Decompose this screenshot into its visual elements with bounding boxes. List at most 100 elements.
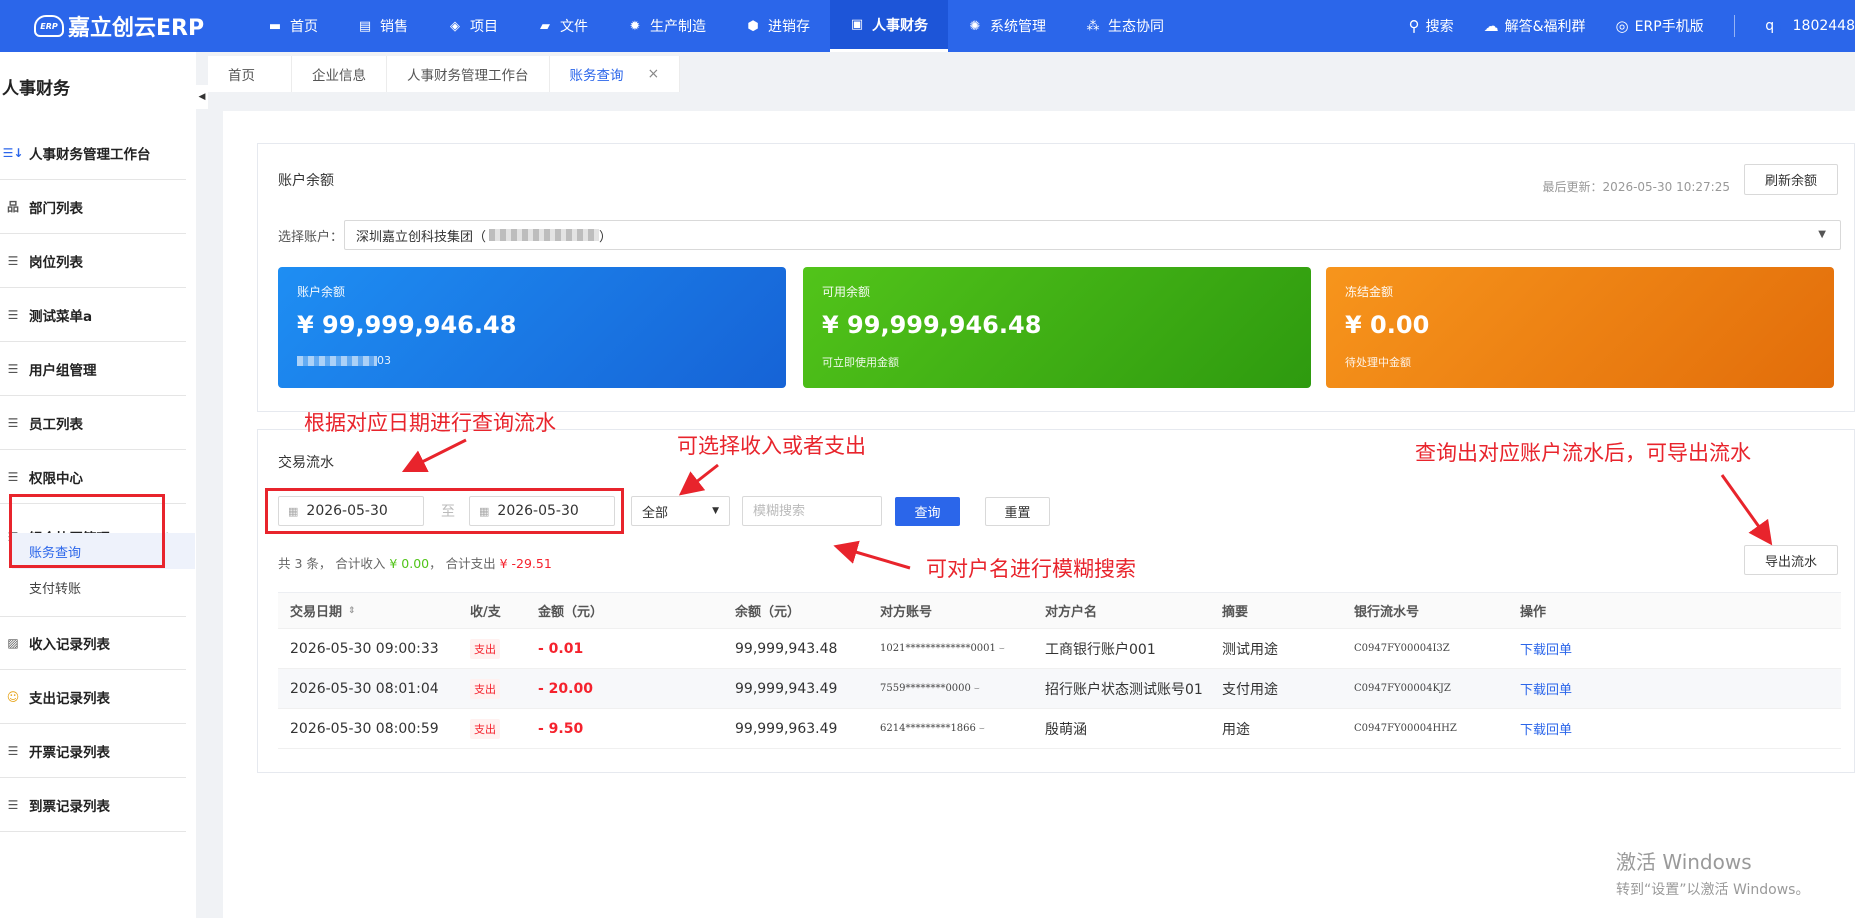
query-button[interactable]: 查询 — [895, 497, 960, 526]
smile-icon: ☺ — [6, 689, 20, 704]
nav-sales[interactable]: ▤ 销售 — [338, 0, 428, 52]
search-button[interactable]: ⚲ 搜索 — [1409, 16, 1454, 36]
summary-income: ¥ 0.00 — [389, 556, 430, 571]
nav-label: 首页 — [290, 19, 318, 35]
nodes-icon: ⁂ — [1086, 18, 1100, 34]
reset-button[interactable]: 重置 — [985, 497, 1050, 526]
cell-memo: 支付用途 — [1222, 681, 1278, 698]
table-row: 2026-05-30 09:00:33 支出 - 0.01 99,999,943… — [278, 629, 1841, 669]
eye-closed-icon[interactable]: ⌣ — [979, 724, 985, 734]
tab-account-query[interactable]: 账务查询 × — [550, 56, 681, 92]
account-select-value: 深圳嘉立创科技集团（ — [356, 229, 487, 245]
tab-hr-workbench[interactable]: 人事财务管理工作台 — [387, 56, 550, 92]
column-header-action: 操作 — [1520, 605, 1547, 620]
download-receipt-link[interactable]: 下载回单 — [1520, 679, 1572, 698]
close-icon[interactable]: × — [648, 66, 660, 82]
settings-icon: ✺ — [969, 18, 981, 34]
app-logo[interactable]: ERP 嘉立创云ERP — [34, 12, 205, 41]
sidebar-item-label: 开票记录列表 — [29, 744, 110, 761]
tab-company-info[interactable]: 企业信息 — [292, 56, 387, 92]
app-name: 嘉立创云ERP — [68, 16, 205, 41]
fuzzy-search-input[interactable] — [742, 496, 882, 526]
sidebar-item-user-groups[interactable]: ☰ 用户组管理 — [0, 342, 186, 396]
table-row: 2026-05-30 08:01:04 支出 - 20.00 99,999,94… — [278, 669, 1841, 709]
sidebar-collapse-toggle[interactable]: ◀ — [196, 85, 208, 109]
nav-hr-finance[interactable]: ▣ 人事财务 — [830, 0, 948, 52]
refresh-balance-button[interactable]: 刷新余额 — [1744, 164, 1838, 195]
windows-activation-watermark: 激活 Windows 转到“设置”以激活 Windows。 — [1616, 846, 1809, 899]
menu-icon: ☰ — [7, 361, 19, 376]
nav-label: 人事财务 — [872, 17, 928, 34]
cell-serial: C0947FY00004HHZ — [1354, 723, 1457, 734]
caret-left-icon: ◀ — [198, 92, 206, 102]
column-header-label: 交易日期 — [290, 605, 343, 620]
mobile-label: ERP手机版 — [1634, 19, 1704, 35]
column-header-counterparty-account: 对方账号 — [880, 605, 933, 620]
cell-balance: 99,999,943.49 — [735, 680, 838, 697]
sidebar-item-label: 岗位列表 — [29, 254, 83, 271]
layers-icon: ◈ — [450, 18, 460, 34]
nav-label: 进销存 — [768, 19, 810, 35]
export-flow-button[interactable]: 导出流水 — [1744, 545, 1838, 575]
eye-closed-icon[interactable]: ⌣ — [974, 684, 980, 694]
nav-project[interactable]: ◈ 项目 — [428, 0, 518, 52]
balance-card-frozen: 冻结金额 ¥ 0.00 待处理中金额 — [1326, 267, 1834, 388]
nav-files[interactable]: ▰ 文件 — [518, 0, 608, 52]
sidebar-item-employees[interactable]: ☰ 员工列表 — [0, 396, 186, 450]
sidebar-item-label: 用户组管理 — [29, 362, 97, 379]
sidebar-item-received-invoice-records[interactable]: ☰ 到票记录列表 — [0, 778, 186, 832]
sidebar-item-label: 收入记录列表 — [29, 637, 110, 653]
cell-date: 2026-05-30 08:00:59 — [290, 720, 439, 737]
balance-card-value: ¥ 99,999,946.48 — [822, 311, 1042, 339]
support-button[interactable]: ☁ 解答&福利群 — [1484, 16, 1586, 36]
balance-card-label: 账户余额 — [297, 285, 346, 299]
mobile-button[interactable]: ◎ ERP手机版 — [1616, 16, 1704, 36]
sidebar-item-positions[interactable]: ☰ 岗位列表 — [0, 234, 186, 288]
watermark-line-2: 转到“设置”以激活 Windows。 — [1616, 882, 1810, 898]
column-header-counterparty-name: 对方户名 — [1045, 605, 1098, 620]
sidebar-item-invoice-records[interactable]: ☰ 开票记录列表 — [0, 724, 186, 778]
cloud-logo-icon: ERP — [34, 15, 64, 37]
download-receipt-link[interactable]: 下载回单 — [1520, 719, 1572, 738]
column-header-date[interactable]: 交易日期 ⇕ — [290, 593, 356, 628]
nav-ecosystem[interactable]: ⁂ 生态协同 — [1066, 0, 1184, 52]
watermark-line-1: 激活 Windows — [1616, 850, 1752, 874]
nav-label: 系统管理 — [990, 19, 1046, 35]
income-expense-select[interactable]: 全部 ▼ — [631, 496, 730, 526]
cell-date: 2026-05-30 08:01:04 — [290, 680, 439, 697]
balance-title: 账户余额 — [278, 173, 334, 189]
sidebar-item-test-menu[interactable]: ☰ 测试菜单a — [0, 288, 186, 342]
account-select[interactable]: 深圳嘉立创科技集团（ ） ▼ — [344, 220, 1841, 250]
sidebar-item-expense-records[interactable]: ☺ 支出记录列表 — [0, 670, 186, 724]
user-name: 1802448 — [1792, 18, 1855, 34]
sidebar-item-income-records[interactable]: ▨ 收入记录列表 — [0, 616, 186, 670]
sidebar-item-workbench[interactable]: ☰↓ 人事财务管理工作台 — [0, 126, 186, 180]
sort-icon[interactable]: ⇕ — [348, 606, 356, 616]
sidebar-subitem-payment-transfer[interactable]: 支付转账 — [12, 569, 195, 605]
tab-home[interactable]: 首页 — [208, 56, 292, 92]
balance-card-sub: 03 — [297, 354, 391, 367]
nav-home[interactable]: ▬ 首页 — [248, 0, 338, 52]
sidebar-item-departments[interactable]: 品部门列表 — [0, 180, 186, 234]
account-tail: 03 — [377, 354, 391, 367]
status-badge: 支出 — [470, 718, 500, 739]
balance-card-value: ¥ 99,999,946.48 — [297, 311, 517, 339]
nav-system[interactable]: ✺ 系统管理 — [948, 0, 1066, 52]
sidebar-title: 人事财务 — [2, 79, 70, 99]
cell-date: 2026-05-30 09:00:33 — [290, 640, 439, 657]
annotation-type-note: 可选择收入或者支出 — [677, 434, 866, 458]
cell-memo: 测试用途 — [1222, 641, 1278, 658]
eye-closed-icon[interactable]: ⌣ — [999, 644, 1005, 654]
column-header-type: 收/支 — [470, 605, 501, 620]
download-receipt-link[interactable]: 下载回单 — [1520, 639, 1572, 658]
image-icon: ▨ — [7, 636, 19, 650]
masked-account-number — [489, 229, 600, 241]
nav-inventory[interactable]: ⬢ 进销存 — [726, 0, 830, 52]
nav-manufacturing[interactable]: ✹ 生产制造 — [608, 0, 726, 52]
cell-name: 殷萌涵 — [1045, 721, 1087, 738]
sidebar-item-label: 支出记录列表 — [29, 690, 110, 707]
caret-down-icon: ▼ — [712, 506, 719, 516]
nav-label: 项目 — [470, 19, 498, 35]
user-menu[interactable]: q 1802448 — [1758, 15, 1855, 37]
header-tools: ⚲ 搜索 ☁ 解答&福利群 ◎ ERP手机版 q 1802448 — [1409, 0, 1855, 52]
